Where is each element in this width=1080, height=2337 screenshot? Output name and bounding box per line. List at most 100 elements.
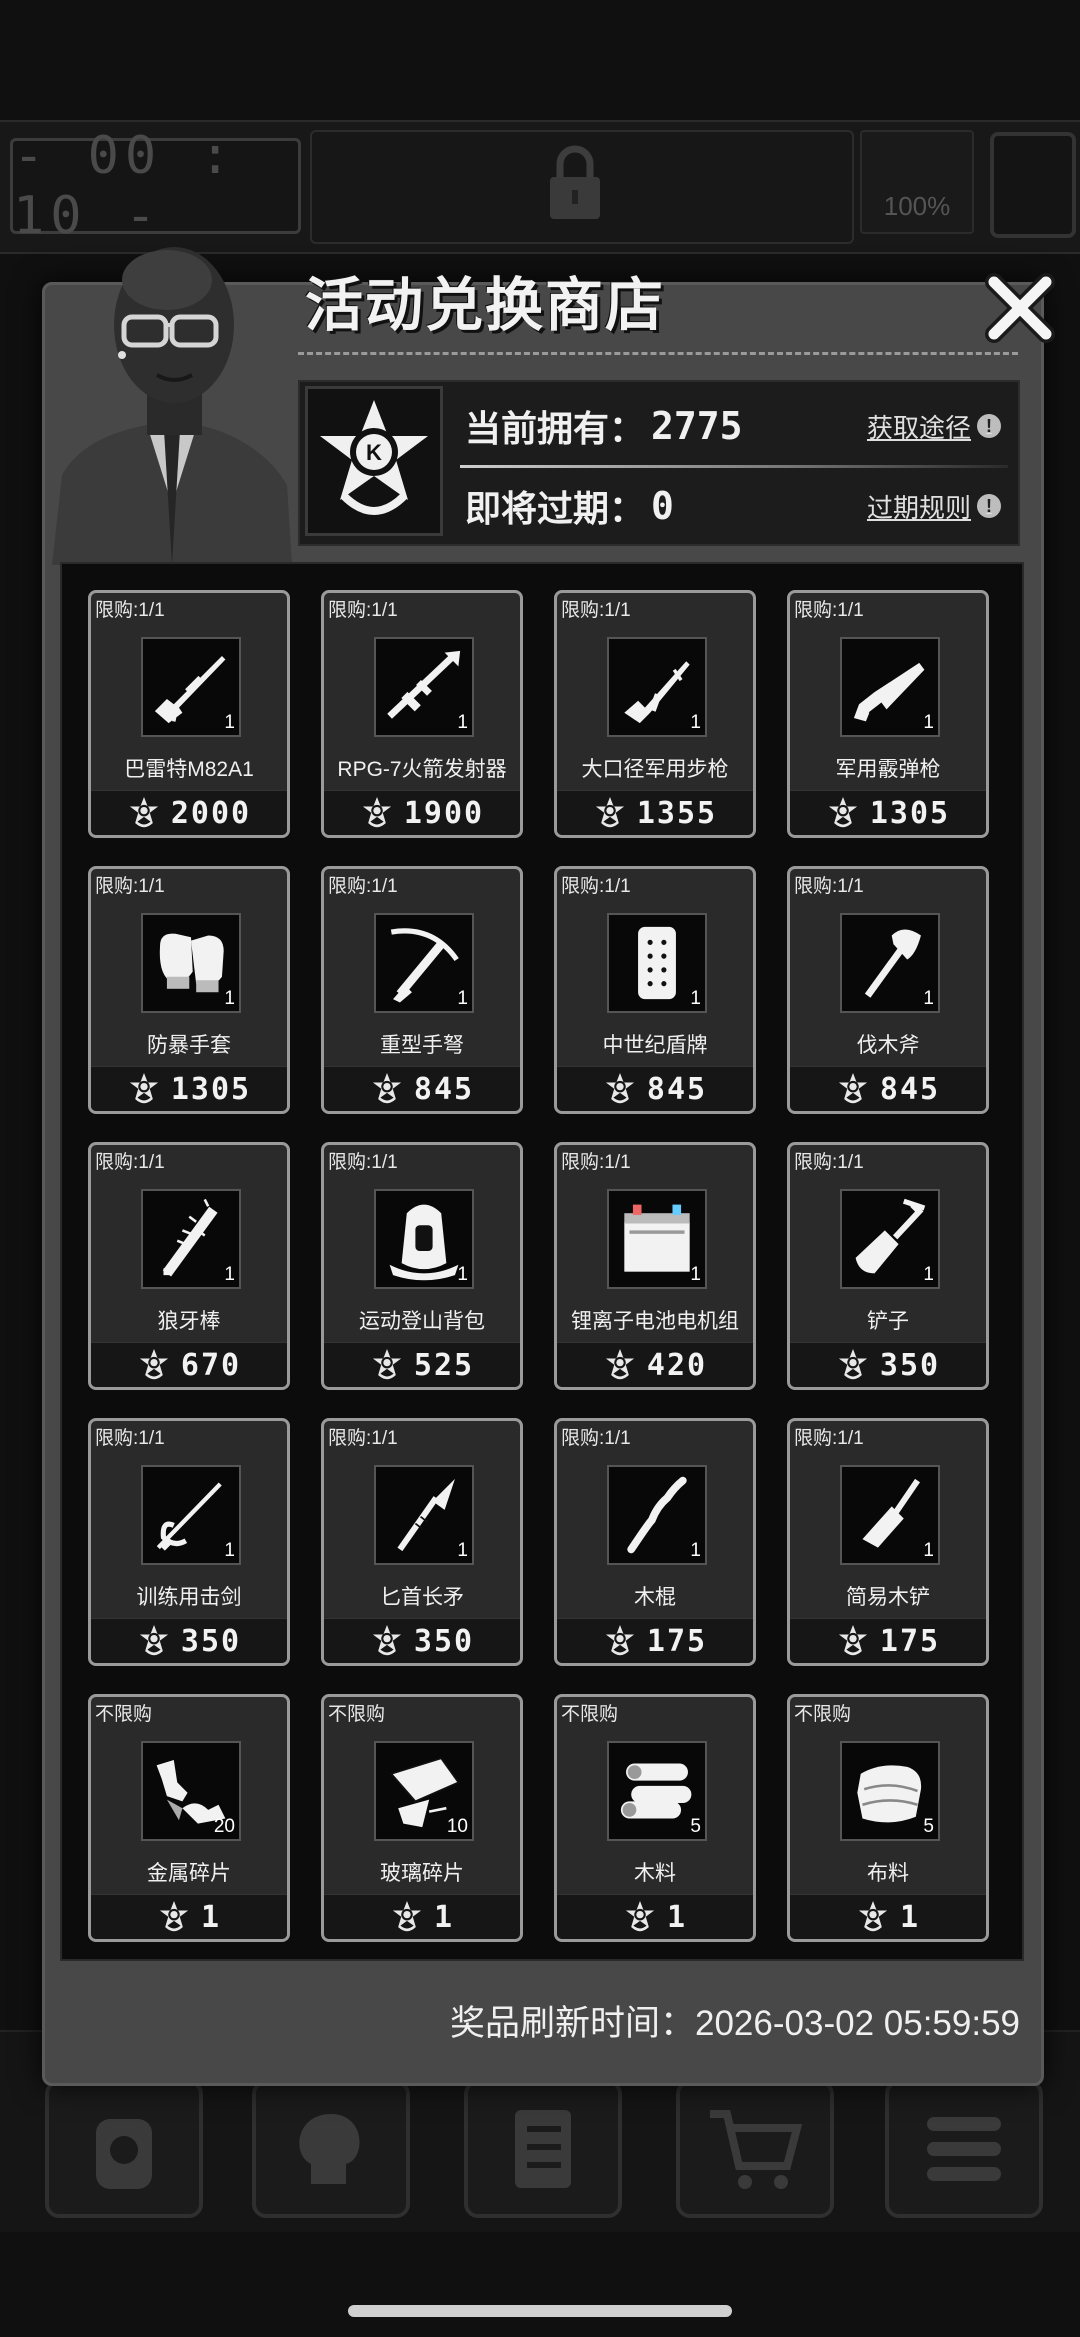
shop-item-card[interactable]: 限购:1/1 1 匕首长矛 350 bbox=[321, 1418, 523, 1666]
nav-backpack-button[interactable] bbox=[45, 2080, 203, 2218]
item-price: 350 bbox=[413, 1623, 475, 1659]
cart-icon bbox=[710, 2110, 803, 2189]
item-quantity: 1 bbox=[224, 988, 235, 1009]
item-name: 大口径军用步枪 bbox=[581, 758, 729, 781]
item-icon-frame: 1 bbox=[840, 913, 940, 1013]
rifle-icon bbox=[624, 661, 690, 724]
shop-item-card[interactable]: 限购:1/1 1 狼牙棒 670 bbox=[88, 1142, 290, 1390]
shop-item-card[interactable]: 不限购 10 玻璃碎片 1 bbox=[321, 1694, 523, 1942]
item-price: 1 bbox=[666, 1899, 688, 1935]
obtain-link-label[interactable]: 获取途径 bbox=[867, 408, 971, 445]
price-bar: 420 bbox=[557, 1342, 753, 1387]
item-quantity: 1 bbox=[690, 1264, 701, 1285]
item-price: 670 bbox=[180, 1347, 242, 1383]
k-token-icon bbox=[372, 1349, 402, 1380]
item-icon-frame: 1 bbox=[141, 637, 241, 737]
item-quantity: 1 bbox=[690, 712, 701, 733]
shop-item-card[interactable]: 限购:1/1 1 中世纪盾牌 845 bbox=[554, 866, 756, 1114]
item-name: 金属碎片 bbox=[147, 1862, 231, 1885]
item-icon-frame: 1 bbox=[374, 637, 474, 737]
price-bar: 845 bbox=[557, 1066, 753, 1111]
item-icon-frame: 1 bbox=[141, 1189, 241, 1289]
backpack-icon bbox=[389, 1204, 459, 1281]
price-bar: 350 bbox=[790, 1342, 986, 1387]
expire-rules-label[interactable]: 过期规则 bbox=[867, 488, 971, 525]
item-price: 350 bbox=[879, 1347, 941, 1383]
shop-item-card[interactable]: 限购:1/1 1 大口径军用步枪 1355 bbox=[554, 590, 756, 838]
side-slot[interactable] bbox=[990, 132, 1076, 238]
wooden-spade-icon bbox=[862, 1478, 921, 1548]
item-name: 匕首长矛 bbox=[380, 1586, 464, 1609]
item-name: 布料 bbox=[867, 1862, 909, 1885]
item-name: 运动登山背包 bbox=[359, 1310, 485, 1333]
obtain-link[interactable]: 获取途径 ! bbox=[867, 408, 1001, 445]
item-price: 1 bbox=[200, 1899, 222, 1935]
shop-item-card[interactable]: 限购:1/1 1 简易木铲 175 bbox=[787, 1418, 989, 1666]
price-bar: 350 bbox=[91, 1618, 287, 1663]
k-token-icon bbox=[139, 1625, 169, 1656]
price-bar: 175 bbox=[790, 1618, 986, 1663]
info-divider bbox=[460, 465, 1008, 468]
shop-item-card[interactable]: 限购:1/1 1 重型手弩 845 bbox=[321, 866, 523, 1114]
item-icon-frame: 1 bbox=[374, 1189, 474, 1289]
price-bar: 1305 bbox=[91, 1066, 287, 1111]
price-bar: 670 bbox=[91, 1342, 287, 1387]
refresh-time: 奖品刷新时间：2026-03-02 05:59:59 bbox=[450, 1995, 1020, 2046]
item-name: 简易木铲 bbox=[846, 1586, 930, 1609]
k-token-icon bbox=[372, 1073, 402, 1104]
purchase-limit: 限购:1/1 bbox=[794, 600, 864, 621]
shop-item-card[interactable]: 不限购 5 木料 1 bbox=[554, 1694, 756, 1942]
price-bar: 175 bbox=[557, 1618, 753, 1663]
item-icon-frame: 1 bbox=[141, 1465, 241, 1565]
notes-icon bbox=[515, 2110, 571, 2188]
item-price: 1 bbox=[433, 1899, 455, 1935]
gloves-icon bbox=[159, 933, 224, 993]
shop-item-card[interactable]: 限购:1/1 1 木棍 175 bbox=[554, 1418, 756, 1666]
item-price: 1355 bbox=[636, 795, 718, 831]
k-token-icon bbox=[828, 797, 857, 828]
item-icon-frame: 1 bbox=[607, 913, 707, 1013]
shop-item-card[interactable]: 限购:1/1 1 铲子 350 bbox=[787, 1142, 989, 1390]
k-token-icon bbox=[838, 1625, 868, 1656]
shop-item-card[interactable]: 不限购 20 金属碎片 1 bbox=[88, 1694, 290, 1942]
purchase-limit: 限购:1/1 bbox=[794, 1428, 864, 1449]
item-price: 350 bbox=[180, 1623, 242, 1659]
item-quantity: 5 bbox=[690, 1816, 701, 1837]
price-bar: 2000 bbox=[91, 790, 287, 835]
battery-percent: 100% bbox=[883, 191, 951, 221]
brain-icon bbox=[299, 2114, 360, 2184]
timer-display: - 00 : 10 - bbox=[10, 126, 301, 246]
item-price: 1305 bbox=[869, 795, 951, 831]
shop-item-card[interactable]: 不限购 5 布料 1 bbox=[787, 1694, 989, 1942]
nav-menu-button[interactable] bbox=[885, 2080, 1043, 2218]
shop-item-card[interactable]: 限购:1/1 1 运动登山背包 525 bbox=[321, 1142, 523, 1390]
battery-indicator: 100% bbox=[860, 130, 974, 234]
nav-notes-button[interactable] bbox=[464, 2080, 622, 2218]
shop-item-card[interactable]: 限购:1/1 1 军用霰弹枪 1305 bbox=[787, 590, 989, 838]
nav-shop-button[interactable] bbox=[676, 2080, 834, 2218]
sniper-rifle-icon bbox=[154, 656, 226, 724]
shop-item-card[interactable]: 限购:1/1 1 防暴手套 1305 bbox=[88, 866, 290, 1114]
k-token-icon bbox=[625, 1901, 655, 1932]
info-icon: ! bbox=[977, 414, 1001, 438]
home-indicator[interactable] bbox=[348, 2305, 732, 2317]
expire-rules-link[interactable]: 过期规则 ! bbox=[867, 488, 1001, 525]
item-icon-frame: 1 bbox=[840, 1465, 940, 1565]
shop-item-card[interactable]: 限购:1/1 1 RPG-7火箭发射器 1900 bbox=[321, 590, 523, 838]
nav-skills-button[interactable] bbox=[252, 2080, 410, 2218]
item-name: 玻璃碎片 bbox=[380, 1862, 464, 1885]
purchase-limit: 限购:1/1 bbox=[95, 876, 165, 897]
rocket-launcher-icon bbox=[387, 650, 461, 719]
k-token-icon bbox=[605, 1073, 635, 1104]
price-bar: 1355 bbox=[557, 790, 753, 835]
item-price: 1 bbox=[899, 1899, 921, 1935]
k-token-icon bbox=[605, 1625, 635, 1656]
shop-item-card[interactable]: 限购:1/1 1 锂离子电池电机组 420 bbox=[554, 1142, 756, 1390]
item-icon-frame: 10 bbox=[374, 1741, 474, 1841]
shop-item-card[interactable]: 限购:1/1 1 训练用击剑 350 bbox=[88, 1418, 290, 1666]
shop-item-card[interactable]: 限购:1/1 1 巴雷特M82A1 2000 bbox=[88, 590, 290, 838]
shop-item-card[interactable]: 限购:1/1 1 伐木斧 845 bbox=[787, 866, 989, 1114]
item-icon-frame: 1 bbox=[607, 1189, 707, 1289]
close-button[interactable] bbox=[980, 268, 1060, 348]
price-bar: 350 bbox=[324, 1618, 520, 1663]
